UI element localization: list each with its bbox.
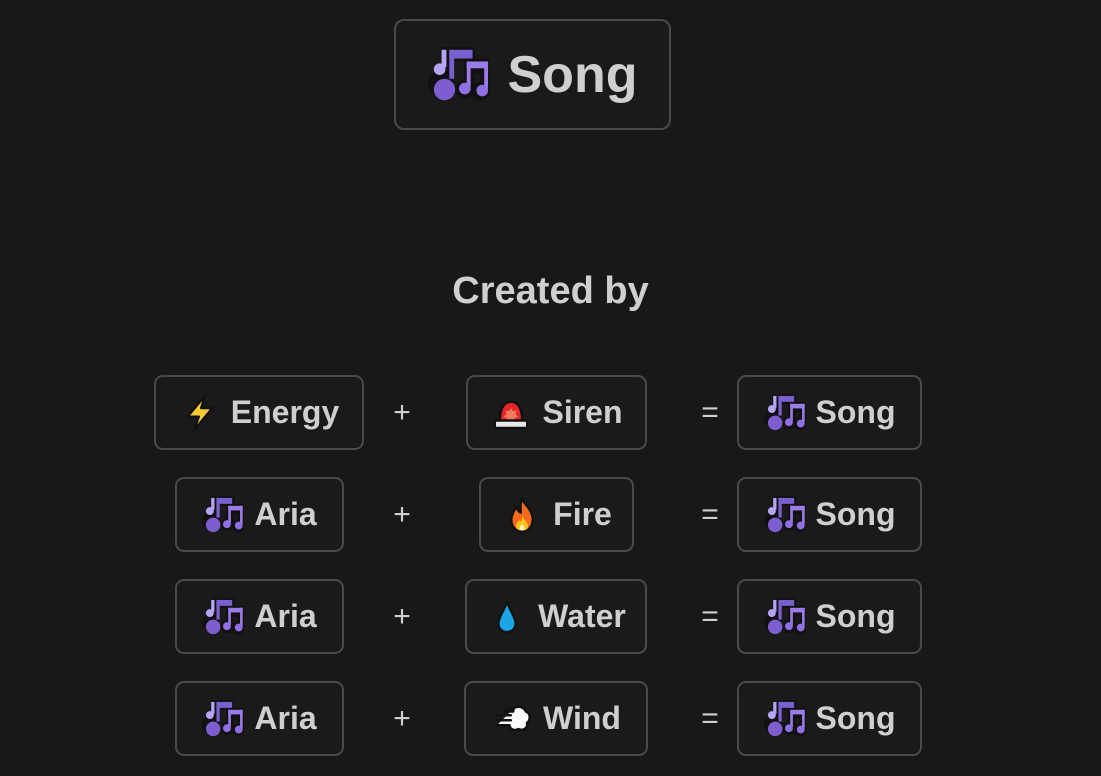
element-label: Aria (254, 496, 317, 532)
recipe-first-element[interactable]: Aria (175, 477, 344, 552)
musical-notes-icon (764, 596, 806, 638)
element-label: Siren (542, 394, 623, 430)
created-by-heading: Created by (452, 270, 649, 312)
recipe-first-element[interactable]: Energy (154, 375, 364, 450)
equals-sign: = (701, 396, 719, 429)
element-label: Water (538, 598, 626, 634)
recipe-second-element[interactable]: Fire (479, 477, 634, 552)
musical-notes-icon (202, 698, 244, 740)
plus-sign: + (393, 702, 411, 735)
fire-icon (501, 494, 543, 536)
element-label: Song (815, 394, 896, 430)
lightning-icon (179, 392, 221, 434)
element-label: Wind (543, 700, 621, 736)
element-label: Aria (254, 700, 317, 736)
water-drop-icon (486, 596, 528, 638)
wind-icon (491, 698, 533, 740)
element-detail-page: Song Created by Energy + Siren = Song Ar… (0, 0, 1101, 776)
equals-sign: = (701, 498, 719, 531)
element-label: Fire (553, 496, 612, 532)
recipe-result-element[interactable]: Song (737, 579, 922, 654)
element-label: Aria (254, 598, 317, 634)
musical-notes-icon (764, 494, 806, 536)
element-chip-song[interactable]: Song (394, 19, 671, 130)
plus-sign: + (393, 396, 411, 429)
recipe-second-element[interactable]: Wind (464, 681, 648, 756)
recipe-result-element[interactable]: Song (737, 375, 922, 450)
siren-light-icon (490, 392, 532, 434)
equals-sign: = (701, 702, 719, 735)
recipe-second-element[interactable]: Water (465, 579, 647, 654)
equals-sign: = (701, 600, 719, 633)
recipe-result-element[interactable]: Song (737, 477, 922, 552)
element-label: Song (815, 700, 896, 736)
plus-sign: + (393, 498, 411, 531)
recipe-second-element[interactable]: Siren (466, 375, 647, 450)
element-label: Song (815, 496, 896, 532)
recipe-first-element[interactable]: Aria (175, 681, 344, 756)
musical-notes-icon (428, 44, 490, 106)
plus-sign: + (393, 600, 411, 633)
element-label: Energy (230, 394, 340, 430)
musical-notes-icon (202, 494, 244, 536)
element-label: Song (815, 598, 896, 634)
musical-notes-icon (202, 596, 244, 638)
recipe-first-element[interactable]: Aria (175, 579, 344, 654)
element-name: Song (507, 45, 638, 104)
musical-notes-icon (764, 392, 806, 434)
musical-notes-icon (764, 698, 806, 740)
recipe-result-element[interactable]: Song (737, 681, 922, 756)
